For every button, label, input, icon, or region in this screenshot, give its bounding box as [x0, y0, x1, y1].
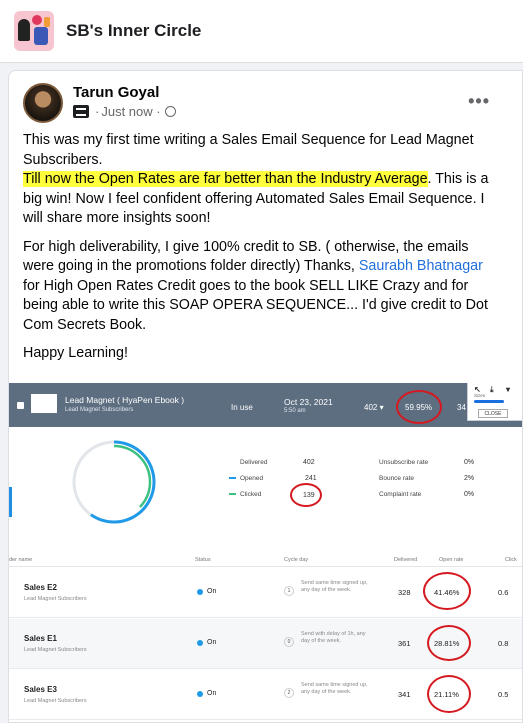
- stats-panel: Delivered 402 Opened 241 Clicked 139 Uns…: [9, 427, 522, 545]
- sequence-partial-value: 34: [457, 403, 466, 412]
- panel-edge: [9, 487, 12, 517]
- trash-icon: ▾: [506, 385, 511, 394]
- unsubscribe-rate-label: Unsubscribe rate: [379, 459, 429, 466]
- donut-chart: [72, 440, 156, 524]
- group-title[interactable]: SB's Inner Circle: [66, 21, 201, 41]
- status-dot-icon: [197, 589, 203, 595]
- stat-delivered-value: 402: [303, 459, 315, 466]
- stat-opened-label: Opened: [229, 475, 263, 482]
- table-header: der name Status Cycle day Delivered Open…: [9, 553, 522, 567]
- sequence-count: 402 ▾: [364, 403, 384, 412]
- paragraph-1: This was my first time writing a Sales E…: [23, 132, 489, 226]
- sequence-name: Lead Magnet ( HyaPen Ebook ): [65, 395, 185, 405]
- sequence-date: Oct 23, 2021: [284, 397, 333, 407]
- status-dot-icon: [197, 640, 203, 646]
- post-meta: · Just now ·: [73, 104, 176, 119]
- bounce-rate-label: Bounce rate: [379, 475, 415, 482]
- sequence-bar: Lead Magnet ( HyaPen Ebook ) Lead Magnet…: [9, 383, 522, 427]
- annotation-circle-open-rate: [396, 390, 442, 424]
- paragraph-3: Happy Learning!: [23, 345, 128, 361]
- more-options-button[interactable]: •••: [468, 91, 490, 112]
- globe-icon: [164, 106, 176, 117]
- popup-close-button: CLOSE: [478, 409, 508, 418]
- paragraph-2: For high deliverability, I give 100% cre…: [23, 238, 488, 333]
- post-card: Tarun Goyal · Just now · ••• This was my…: [8, 70, 523, 723]
- stat-opened-value: 241: [305, 475, 317, 482]
- table-row: Sales E3 Lead Magnet Subscribers On 2 Se…: [9, 670, 522, 720]
- post-header: Tarun Goyal · Just now ·: [23, 83, 176, 123]
- table-row: Sales E2 Lead Magnet Subscribers On 1 Se…: [9, 568, 522, 618]
- annotation-circle-row: [427, 625, 471, 661]
- complaint-rate-value: 0%: [464, 491, 475, 498]
- stat-clicked-label: Clicked: [229, 491, 261, 498]
- bounce-rate-value: 2%: [464, 475, 475, 482]
- author-name[interactable]: Tarun Goyal: [73, 84, 176, 101]
- sequence-status: In use: [231, 403, 253, 412]
- download-icon: ⤓: [490, 385, 494, 394]
- post-timestamp[interactable]: Just now: [101, 104, 152, 119]
- mention-link[interactable]: Saurabh Bhatnagar: [359, 258, 483, 274]
- post-image[interactable]: Lead Magnet ( HyaPen Ebook ) Lead Magnet…: [9, 383, 522, 722]
- sequence-thumbnail: [31, 394, 57, 413]
- avatar[interactable]: [23, 83, 63, 123]
- annotation-circle-row: [423, 572, 471, 610]
- popup-label: Sizes: [474, 393, 486, 398]
- complaint-rate-label: Complaint rate: [379, 491, 422, 498]
- unsubscribe-rate-value: 0%: [464, 459, 475, 466]
- sequence-list: Lead Magnet Subscribers: [65, 407, 134, 413]
- group-header: SB's Inner Circle: [0, 0, 523, 63]
- badge-icon: [73, 105, 89, 118]
- status-dot-icon: [197, 691, 203, 697]
- checkbox-icon: [17, 402, 24, 409]
- size-slider: [474, 400, 504, 403]
- stat-delivered-label: Delivered: [240, 459, 268, 466]
- group-logo[interactable]: [14, 11, 54, 51]
- image-tools-popup: ↖ ⤓ ▾ Sizes CLOSE: [467, 383, 522, 421]
- annotation-circle-row: [427, 675, 471, 713]
- highlighted-text: Till now the Open Rates are far better t…: [23, 171, 428, 187]
- post-body: This was my first time writing a Sales E…: [23, 131, 503, 373]
- table-row: Sales E1 Lead Magnet Subscribers On 0 Se…: [9, 619, 522, 669]
- annotation-circle-clicked: [290, 483, 322, 507]
- sequence-time: 5:50 am: [284, 408, 306, 414]
